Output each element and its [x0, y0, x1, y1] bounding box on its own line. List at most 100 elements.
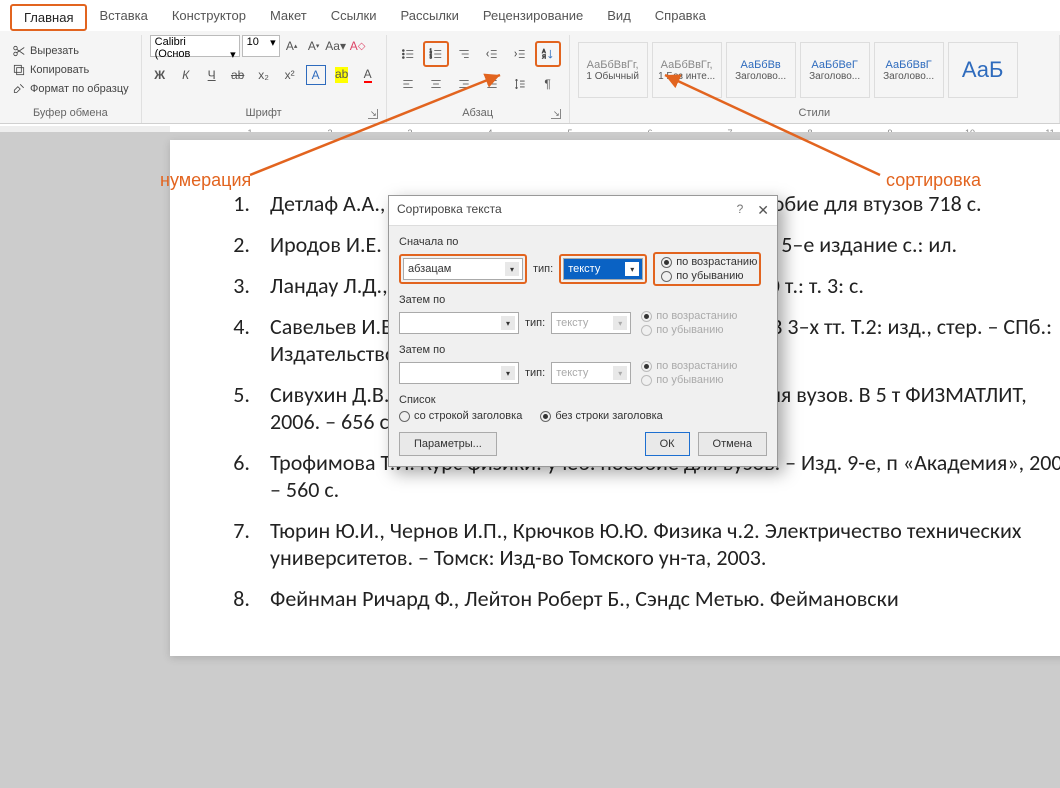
highlight-button[interactable]: ab	[332, 65, 352, 85]
tab-references[interactable]: Ссылки	[319, 4, 389, 31]
style-normal[interactable]: АаБбВвГг,1 Обычный	[578, 42, 648, 98]
group-paragraph-label: Абзац	[462, 107, 493, 119]
descending-radio[interactable]: по убыванию	[661, 270, 757, 282]
style-heading1[interactable]: АаБбВвЗаголово...	[726, 42, 796, 98]
cut-button[interactable]: Вырезать	[8, 42, 133, 60]
style-heading2[interactable]: АаБбВеГЗаголово...	[800, 42, 870, 98]
format-painter-label: Формат по образцу	[30, 83, 129, 95]
style-heading3[interactable]: АаБбВвГЗаголово...	[874, 42, 944, 98]
tab-design[interactable]: Конструктор	[160, 4, 258, 31]
clear-formatting-button[interactable]: A◇	[348, 36, 368, 56]
ascending-radio[interactable]: по возрастанию	[661, 256, 757, 268]
indent-icon	[513, 47, 527, 61]
numbering-icon: 123	[429, 47, 443, 61]
tab-insert[interactable]: Вставка	[87, 4, 159, 31]
sort-then2-type[interactable]: тексту▾	[551, 362, 631, 384]
svg-text:3: 3	[429, 55, 432, 60]
subscript-button[interactable]: x₂	[254, 65, 274, 85]
parameters-button[interactable]: Параметры...	[399, 432, 497, 456]
font-name-value: Calibri (Основ	[155, 36, 191, 60]
list-item[interactable]: 8.Фейнман Ричард Ф., Лейтон Роберт Б., С…	[230, 585, 1060, 612]
grow-font-button[interactable]: A▴	[282, 36, 302, 56]
group-font: Calibri (Основ▾ 10▾ A▴ A▾ Aa▾ A◇ Ж К Ч a…	[142, 35, 387, 123]
group-styles-label: Стили	[578, 105, 1051, 121]
dialog-title: Сортировка текста	[397, 202, 502, 219]
ribbon: Вырезать Копировать Формат по образцу Бу…	[0, 31, 1060, 124]
line-spacing-button[interactable]	[507, 71, 533, 97]
sort-text-dialog: Сортировка текста ? ✕ Сначала по абзацам…	[388, 195, 778, 467]
cut-label: Вырезать	[30, 45, 79, 57]
format-painter-button[interactable]: Формат по образцу	[8, 80, 133, 98]
underline-button[interactable]: Ч	[202, 65, 222, 85]
list-item[interactable]: 7.Тюрин Ю.И., Чернов И.П., Крючков Ю.Ю. …	[230, 517, 1060, 571]
increase-indent-button[interactable]	[507, 41, 533, 67]
tab-mailings[interactable]: Рассылки	[389, 4, 471, 31]
style-no-spacing[interactable]: АаБбВвГг,1 Без инте...	[652, 42, 722, 98]
shrink-font-button[interactable]: A▾	[304, 36, 324, 56]
paragraph-dialog-launcher[interactable]: ↘	[551, 109, 561, 119]
strike-button[interactable]: ab	[228, 65, 248, 85]
numbered-list-button[interactable]: 123	[423, 41, 449, 67]
font-name-select[interactable]: Calibri (Основ▾	[150, 35, 240, 57]
copy-label: Копировать	[30, 64, 89, 76]
font-size-value: 10	[247, 36, 259, 48]
ok-button[interactable]: ОК	[645, 432, 690, 456]
align-right-button[interactable]	[451, 71, 477, 97]
group-font-label: Шрифт	[246, 107, 282, 119]
group-paragraph: 123 АЯ ¶ Абзац ↘	[387, 35, 570, 123]
sort-button[interactable]: АЯ	[535, 41, 561, 67]
tab-help[interactable]: Справка	[643, 4, 718, 31]
tab-home[interactable]: Главная	[10, 4, 87, 31]
align-left-button[interactable]	[395, 71, 421, 97]
type-label: тип:	[533, 263, 553, 275]
with-header-radio[interactable]: со строкой заголовка	[399, 410, 522, 422]
change-case-button[interactable]: Aa▾	[326, 36, 346, 56]
bold-button[interactable]: Ж	[150, 65, 170, 85]
superscript-button[interactable]: x²	[280, 65, 300, 85]
sort-then1-label: Затем по	[399, 294, 767, 306]
cancel-button[interactable]: Отмена	[698, 432, 767, 456]
styles-gallery[interactable]: АаБбВвГг,1 Обычный АаБбВвГг,1 Без инте..…	[578, 42, 1018, 98]
multilevel-icon	[457, 47, 471, 61]
group-clipboard-label: Буфер обмена	[8, 105, 133, 121]
sort-type-select[interactable]: тексту▾	[563, 258, 643, 280]
style-title[interactable]: АаБ	[948, 42, 1018, 98]
svg-text:А: А	[542, 49, 546, 55]
ribbon-tabs: Главная Вставка Конструктор Макет Ссылки…	[0, 0, 1060, 31]
font-color-button[interactable]: A	[358, 65, 378, 85]
sort-field-select[interactable]: абзацам▾	[403, 258, 523, 280]
tab-layout[interactable]: Макет	[258, 4, 319, 31]
align-left-icon	[401, 77, 415, 91]
font-dialog-launcher[interactable]: ↘	[368, 109, 378, 119]
then1-asc-radio: по возрастанию	[641, 310, 737, 322]
help-icon[interactable]: ?	[737, 202, 744, 219]
italic-button[interactable]: К	[176, 65, 196, 85]
annotation-numbering: нумерация	[160, 170, 251, 191]
without-header-radio[interactable]: без строки заголовка	[540, 410, 662, 422]
annotation-sort: сортировка	[886, 170, 981, 191]
sort-then1-field[interactable]: ▾	[399, 312, 519, 334]
tab-view[interactable]: Вид	[595, 4, 643, 31]
copy-button[interactable]: Копировать	[8, 61, 133, 79]
copy-icon	[12, 63, 26, 77]
decrease-indent-button[interactable]	[479, 41, 505, 67]
justify-button[interactable]	[479, 71, 505, 97]
multilevel-list-button[interactable]	[451, 41, 477, 67]
font-size-select[interactable]: 10▾	[242, 35, 280, 57]
close-icon[interactable]: ✕	[757, 202, 769, 219]
text-effects-button[interactable]: A	[306, 65, 326, 85]
justify-icon	[485, 77, 499, 91]
sort-then1-type[interactable]: тексту▾	[551, 312, 631, 334]
bullets-icon	[401, 47, 415, 61]
sort-then2-field[interactable]: ▾	[399, 362, 519, 384]
tab-review[interactable]: Рецензирование	[471, 4, 595, 31]
align-center-icon	[429, 77, 443, 91]
bullet-list-button[interactable]	[395, 41, 421, 67]
dialog-titlebar[interactable]: Сортировка текста ? ✕	[389, 196, 777, 226]
align-center-button[interactable]	[423, 71, 449, 97]
svg-text:Я: Я	[542, 55, 546, 61]
sort-first-label: Сначала по	[399, 236, 767, 248]
show-marks-button[interactable]: ¶	[535, 71, 561, 97]
then1-desc-radio: по убыванию	[641, 324, 737, 336]
list-options-label: Список	[399, 394, 767, 406]
